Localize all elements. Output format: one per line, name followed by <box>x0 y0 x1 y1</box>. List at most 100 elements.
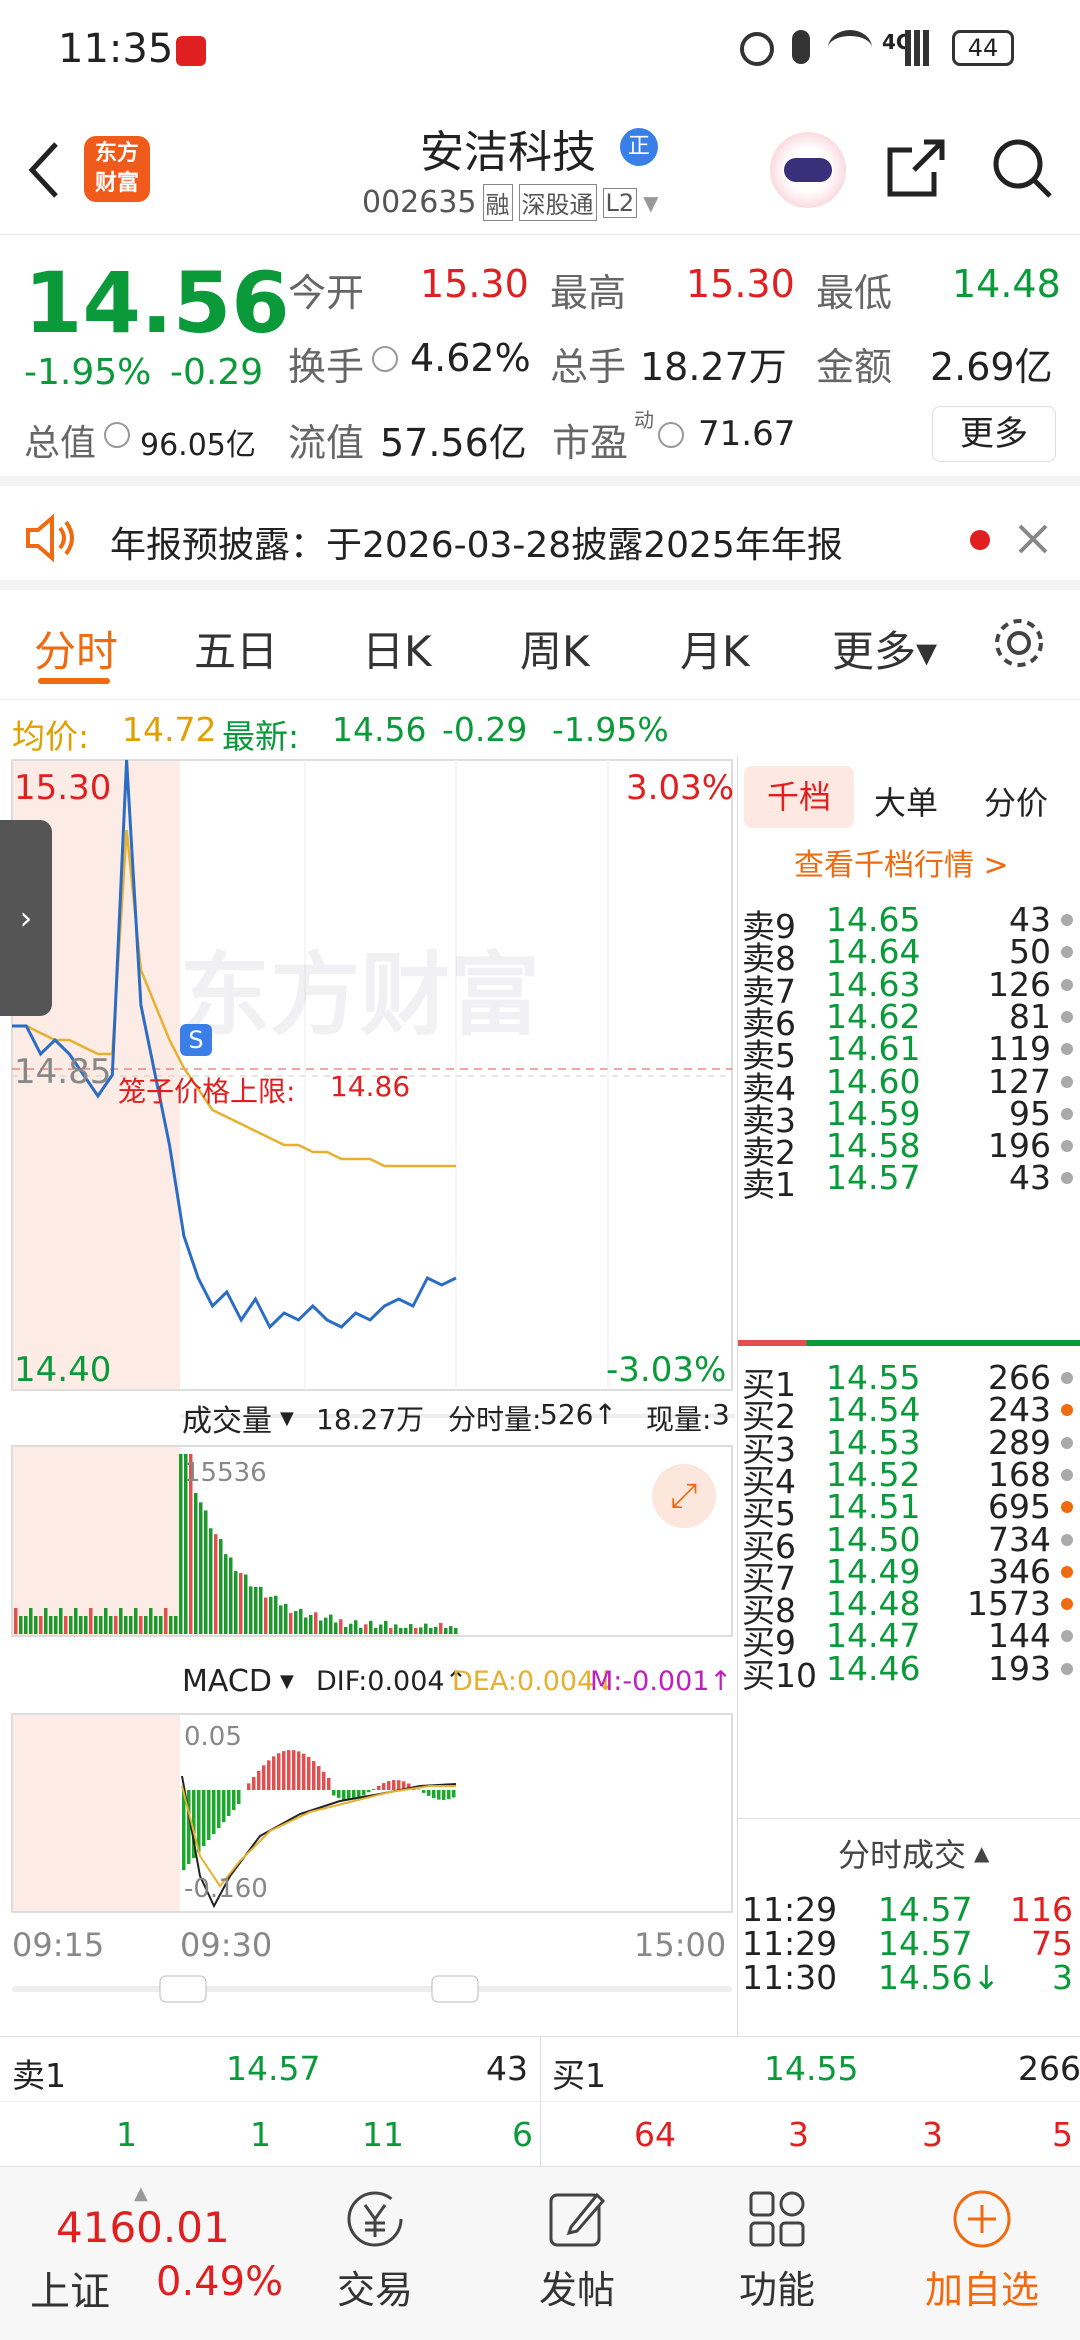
gear-icon[interactable] <box>990 614 1048 672</box>
tab-weekly-k[interactable]: 周K <box>520 618 590 679</box>
volume-bar <box>289 1613 293 1634</box>
pe-dynamic-tag: 动 <box>634 408 654 432</box>
macd-bar <box>322 1771 326 1790</box>
expand-icon[interactable]: ⤢ <box>652 1464 716 1528</box>
volume-bar <box>249 1586 253 1634</box>
info-icon[interactable] <box>104 422 130 448</box>
bid-row[interactable]: 买10 14.46 193 <box>738 1645 1080 1695</box>
volume-selector[interactable]: 成交量 ▼ <box>182 1396 294 1440</box>
right-count-3: 3 <box>922 2115 943 2154</box>
macd-bar <box>437 1790 441 1800</box>
volume-now-value: 3 <box>712 1398 730 1431</box>
price-bottom-label: 14.40 <box>14 1350 112 1390</box>
tab-price-dist[interactable]: 分价 <box>984 778 1048 824</box>
app-logo: 东方 财富 <box>84 136 150 202</box>
macd-top-label: 0.05 <box>184 1722 242 1752</box>
sell-marker[interactable]: S <box>180 1024 212 1056</box>
left-count-2: 1 <box>250 2115 271 2154</box>
volume-bar <box>284 1603 288 1634</box>
volume-selector-label: 成交量 <box>182 1404 272 1439</box>
depth-link[interactable]: 查看千档行情 > <box>794 840 1009 884</box>
close-icon[interactable] <box>1016 522 1050 556</box>
volume-bar <box>119 1608 123 1634</box>
volume-bar <box>304 1617 308 1634</box>
tab-depth[interactable]: 千档 <box>744 766 854 828</box>
share-icon[interactable] <box>884 136 948 200</box>
tab-monthly-k[interactable]: 月K <box>680 618 750 679</box>
nav-functions[interactable]: 功能 <box>712 2187 842 2314</box>
volume-bar <box>239 1573 243 1634</box>
tab-more[interactable]: 更多▾ <box>832 618 937 679</box>
macd-m: M:-0.001↑ <box>590 1666 733 1697</box>
macd-dif: DIF:0.004↑ <box>316 1666 468 1697</box>
macd-bar <box>307 1756 311 1790</box>
volume-bar <box>44 1608 48 1634</box>
nav-trade[interactable]: 交易 <box>310 2187 440 2314</box>
ask-row[interactable]: 卖1 14.57 43 <box>738 1154 1080 1204</box>
info-icon[interactable] <box>372 346 398 372</box>
tick-price: 14.56↓ <box>878 1958 1001 1997</box>
macd-bar <box>367 1790 371 1793</box>
tab-daily-k[interactable]: 日K <box>362 618 432 679</box>
macd-bar <box>342 1790 346 1800</box>
index-value: 4160.01 <box>56 2203 230 2252</box>
left-count-1: 1 <box>116 2115 137 2154</box>
tab-intraday[interactable]: 分时 <box>34 618 118 679</box>
yen-icon <box>347 2191 403 2247</box>
volume-bar <box>314 1612 318 1634</box>
tab-large-orders[interactable]: 大单 <box>874 778 938 824</box>
intraday-chart[interactable]: 15.30 14.85 14.40 3.03% -3.03% 东方财富 笼子价格… <box>0 756 735 2036</box>
nav-add-watchlist[interactable]: 加自选 <box>912 2187 1052 2314</box>
volume-bar <box>149 1608 153 1634</box>
dropdown-icon: ▼ <box>279 1671 294 1692</box>
latest-change: -0.29 <box>442 710 528 749</box>
back-icon[interactable] <box>24 140 64 200</box>
avg-label: 均价: <box>12 717 90 756</box>
more-button[interactable]: 更多 <box>932 406 1056 462</box>
price-info-line: 均价: 14.72 最新: 14.56 -0.29 -1.95% <box>0 700 1080 756</box>
search-icon[interactable] <box>990 136 1054 200</box>
volume-bar <box>14 1608 18 1634</box>
pct-top-label: 3.03% <box>626 768 735 808</box>
turnover-value: 4.62% <box>410 336 531 380</box>
ticks-header[interactable]: 分时成交 ▲ <box>838 1830 989 1876</box>
current-price: 14.56 <box>24 254 290 352</box>
volume-bar <box>384 1620 388 1634</box>
macd-bar <box>297 1751 301 1790</box>
macd-selector[interactable]: MACD ▼ <box>182 1664 294 1699</box>
macd-bar <box>427 1790 431 1796</box>
notice-bar[interactable]: 年报预披露：于2026-03-28披露2025年年报 <box>0 486 1080 590</box>
order-dot <box>1061 1501 1073 1514</box>
volume-bar <box>294 1611 298 1634</box>
volume-bar <box>279 1605 283 1634</box>
tab-five-day[interactable]: 五日 <box>194 618 278 679</box>
index-widget[interactable]: ▲ 4160.01 上证 0.49% <box>30 2183 290 2323</box>
nav-post[interactable]: 发帖 <box>512 2187 642 2314</box>
macd-bar <box>212 1790 216 1834</box>
float-value: 57.56亿 <box>380 421 527 465</box>
robot-assistant-icon[interactable] <box>770 132 846 208</box>
volume-bar <box>359 1627 363 1634</box>
macd-bar <box>237 1790 241 1804</box>
volume-bar <box>214 1534 218 1634</box>
macd-bar <box>447 1790 451 1800</box>
nav-functions-label: 功能 <box>738 2268 815 2312</box>
margin-tag: 融 <box>482 184 513 221</box>
tab-indicator <box>38 678 110 684</box>
volume-bar <box>244 1574 248 1634</box>
order-dot <box>1061 1372 1073 1384</box>
volume-bar <box>124 1616 128 1634</box>
volume-bar <box>354 1620 358 1634</box>
volume-bar <box>174 1616 178 1634</box>
chevron-down-icon[interactable]: ▼ <box>643 191 658 215</box>
volume-bar <box>209 1528 213 1634</box>
macd-bar <box>422 1790 426 1793</box>
volume-bar <box>319 1620 323 1634</box>
side-panel-toggle[interactable]: › <box>0 820 52 1016</box>
info-icon[interactable] <box>658 422 684 448</box>
volume-bar <box>449 1626 453 1634</box>
volume-bar <box>224 1554 228 1634</box>
float-label: 流值 <box>288 421 365 465</box>
speaker-icon <box>26 513 74 563</box>
open-label: 今开 <box>288 271 365 315</box>
